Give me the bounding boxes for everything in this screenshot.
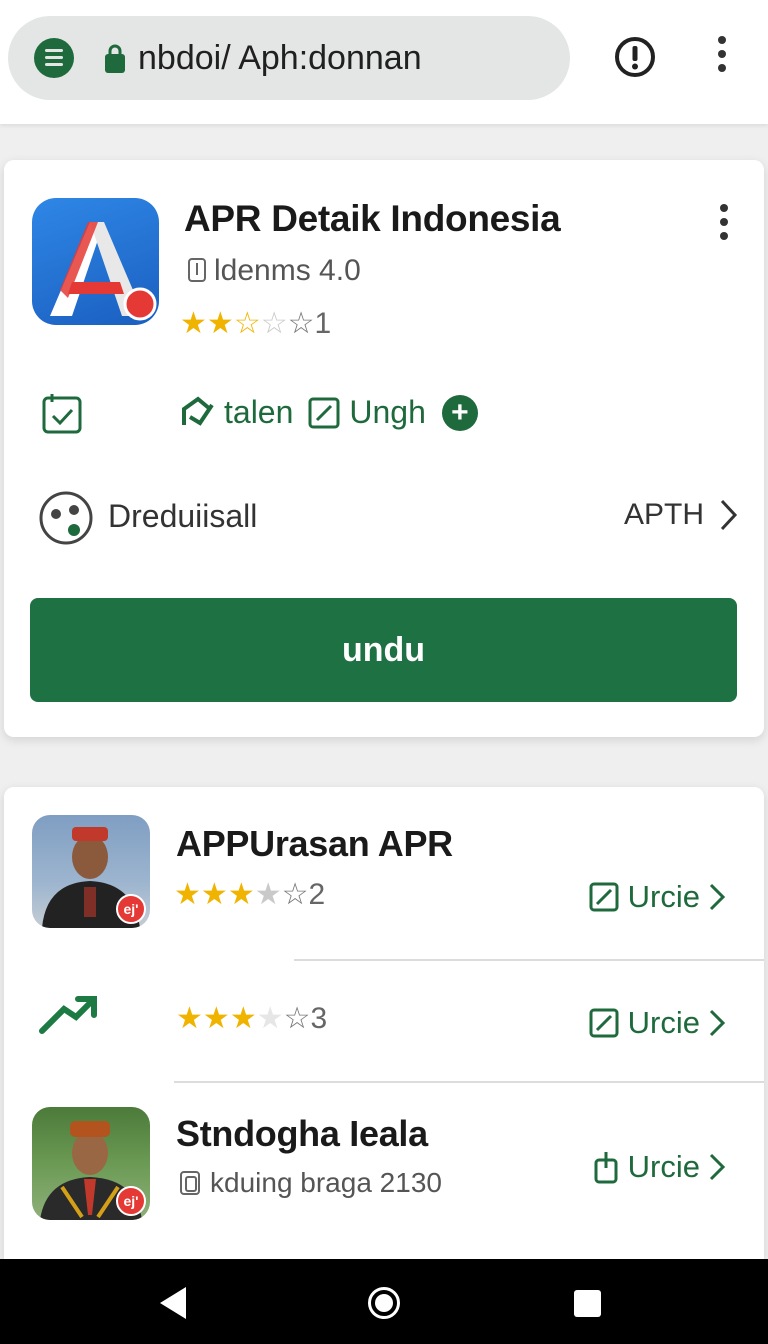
action-label-ungh[interactable]: Ungh	[349, 394, 426, 431]
developer-name: Dreduiisall	[108, 498, 258, 534]
action-label: Urcie	[627, 879, 700, 914]
url-text[interactable]: nbdoi/ Aph:donnan	[138, 36, 422, 80]
app-badge: ej'	[116, 894, 146, 924]
developer-link-label: APTH	[623, 498, 704, 531]
rating-stars: ★ ★ ★ ★ ☆ 3	[176, 1001, 327, 1036]
install-button[interactable]: undu	[30, 598, 737, 702]
rating-count: 3	[310, 1001, 328, 1035]
device-icon	[188, 258, 206, 282]
action-label: Urcie	[627, 1005, 700, 1040]
calendar-check-icon[interactable]	[40, 392, 84, 436]
divider	[174, 1081, 764, 1083]
chevron-right-icon	[720, 499, 738, 531]
developer-link[interactable]: APTH	[624, 498, 738, 532]
star-outline-icon: ☆	[283, 1002, 311, 1035]
action-label-talen[interactable]: talen	[224, 394, 293, 431]
star-icon: ★	[229, 1002, 257, 1035]
version-text: ldenms 4.0	[214, 254, 361, 287]
chevron-right-icon	[709, 1153, 726, 1181]
app-title: APR Detaik Indonesia	[184, 198, 561, 239]
refresh-share-icon[interactable]	[178, 395, 216, 431]
browser-toolbar: nbdoi/ Aph:donnan	[0, 0, 768, 124]
alert-circle-icon[interactable]	[614, 36, 656, 78]
edit-square-icon[interactable]	[307, 396, 341, 430]
star-half-icon: ☆	[233, 307, 261, 340]
developer-row[interactable]: Dreduiisall APTH	[38, 490, 738, 546]
rating-count: 1	[314, 306, 332, 340]
related-apps-list: ej' APPUrasan APR ★ ★ ★ ★ ☆ 2 Urcie ★ ★ …	[4, 787, 764, 1259]
star-icon: ★	[227, 878, 255, 911]
recents-icon[interactable]	[574, 1290, 601, 1317]
action-group: talen Ungh +	[178, 394, 478, 431]
open-external-icon	[589, 882, 619, 912]
action-row: talen Ungh +	[40, 392, 740, 442]
more-vert-icon[interactable]	[712, 36, 732, 76]
edit-square-icon	[589, 1008, 619, 1038]
star-empty-icon: ☆	[260, 307, 288, 340]
list-item-title[interactable]: APPUrasan APR	[176, 823, 453, 865]
list-item-action[interactable]: Urcie	[588, 879, 726, 915]
action-label: Urcie	[627, 1149, 700, 1184]
tab-menu-icon[interactable]	[34, 38, 74, 78]
star-icon: ★	[200, 878, 228, 911]
rating-stars: ★ ★ ☆ ☆ ☆ 1	[180, 306, 331, 341]
divider	[294, 959, 764, 961]
star-icon: ★	[176, 1002, 203, 1035]
document-icon	[180, 1171, 200, 1195]
rating-stars: ★ ★ ★ ★ ☆ 2	[174, 877, 325, 912]
app-version: ldenms 4.0	[186, 254, 361, 288]
share-icon	[594, 1152, 618, 1184]
app-thumbnail[interactable]: ej'	[32, 815, 150, 928]
system-nav-bar	[0, 1259, 768, 1344]
address-bar[interactable]: nbdoi/ Aph:donnan	[8, 16, 570, 100]
chevron-right-icon	[709, 1009, 726, 1037]
add-circle-icon[interactable]: +	[441, 394, 478, 431]
trending-arrow-icon[interactable]	[38, 993, 100, 1037]
star-icon: ★	[206, 307, 234, 340]
star-outline-icon: ☆	[281, 878, 309, 911]
app-detail-card: APR Detaik Indonesia ldenms 4.0 ★ ★ ☆ ☆ …	[4, 160, 764, 737]
home-icon[interactable]	[368, 1287, 400, 1319]
app-logo-icon	[32, 198, 159, 325]
list-item-action[interactable]: Urcie	[588, 1005, 726, 1041]
subtitle-text: kduing braga 2130	[210, 1167, 442, 1198]
app-badge: ej'	[116, 1186, 146, 1216]
list-item-subtitle: kduing braga 2130	[178, 1167, 442, 1199]
chevron-right-icon	[709, 883, 726, 911]
star-empty-icon: ★	[256, 1002, 284, 1035]
developer-avatar-icon	[39, 491, 93, 545]
app-thumbnail[interactable]: ej'	[32, 1107, 150, 1220]
back-icon[interactable]	[160, 1287, 186, 1319]
star-outline-icon: ☆	[287, 307, 315, 340]
list-item-title[interactable]: Stndogha Ieala	[176, 1113, 428, 1155]
more-vert-icon[interactable]	[718, 204, 730, 244]
rating-count: 2	[308, 877, 326, 911]
lock-icon	[105, 44, 125, 73]
star-empty-icon: ★	[254, 878, 282, 911]
list-item-action[interactable]: Urcie	[592, 1149, 726, 1185]
star-icon: ★	[202, 1002, 230, 1035]
star-icon: ★	[180, 307, 207, 340]
star-icon: ★	[174, 878, 201, 911]
